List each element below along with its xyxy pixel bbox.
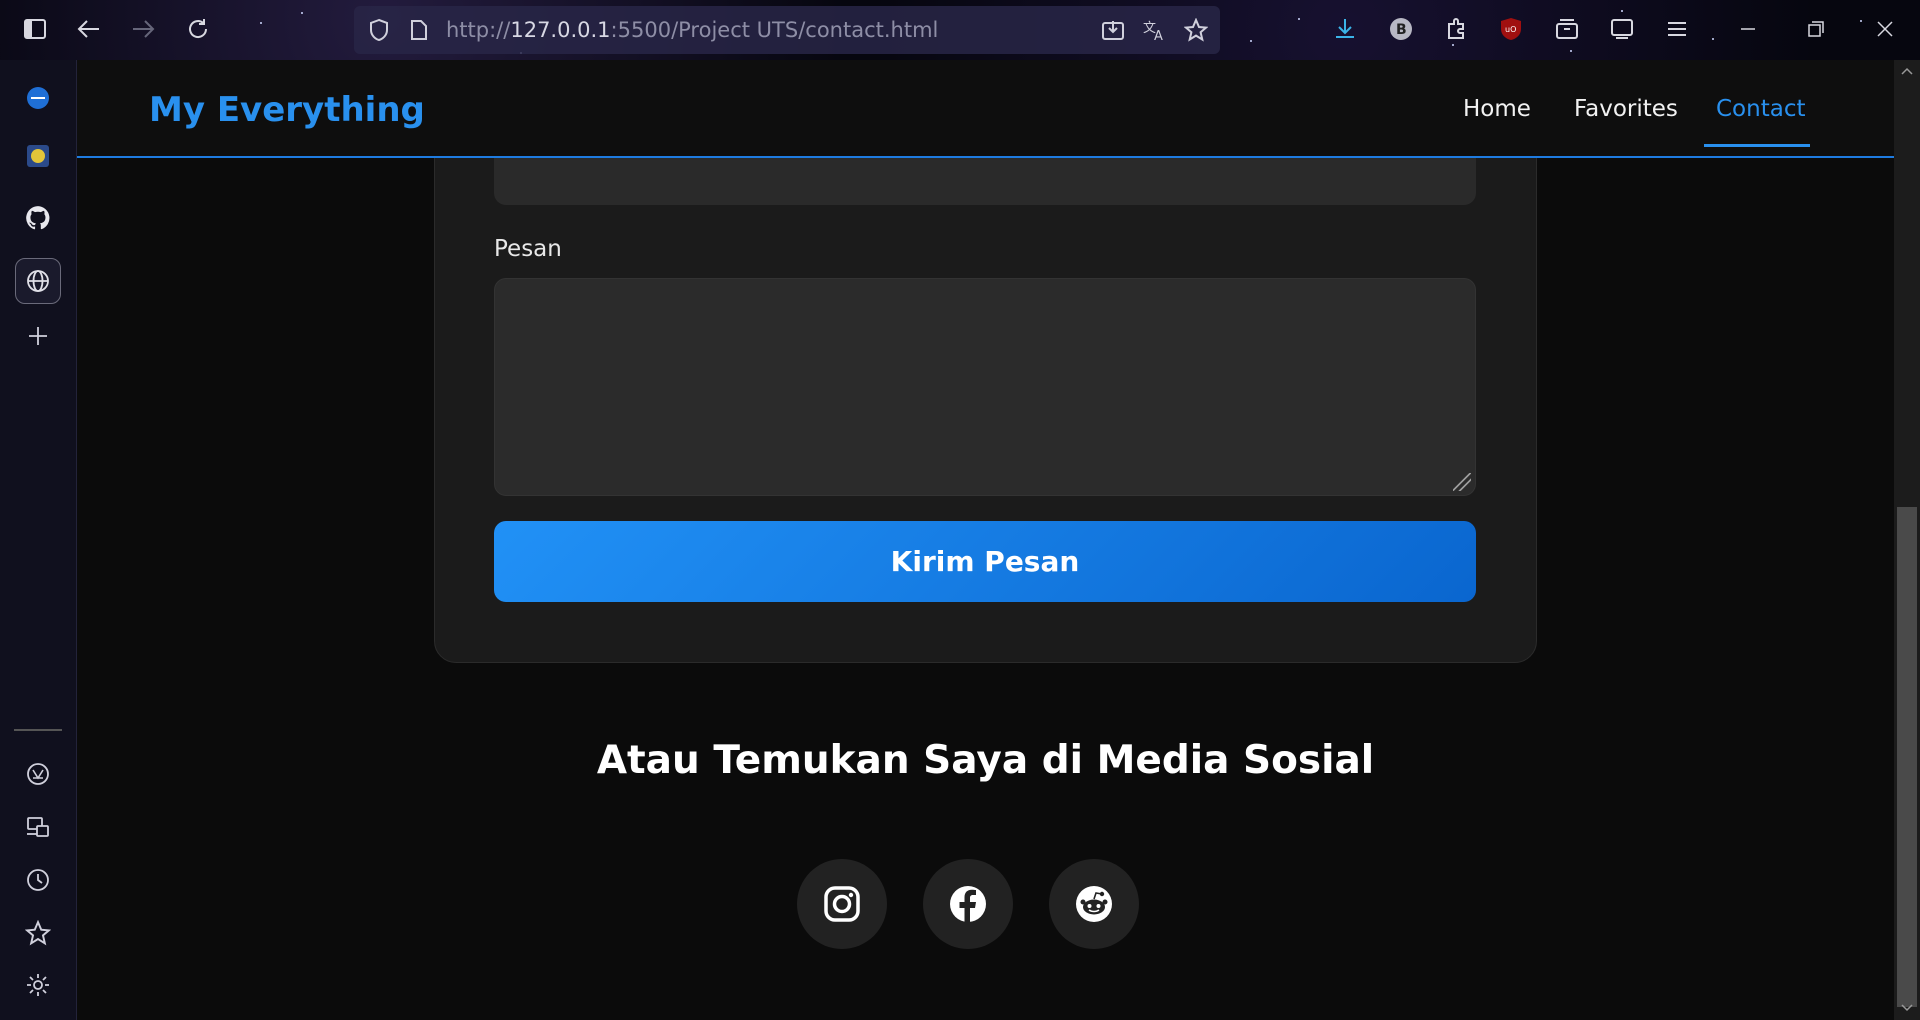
facebook-button[interactable] xyxy=(923,859,1013,949)
profile-b-icon[interactable]: B xyxy=(1386,14,1416,44)
scrollbar-thumb[interactable] xyxy=(1897,507,1917,1007)
page-scrollbar[interactable] xyxy=(1894,60,1920,1020)
svg-text:A: A xyxy=(1154,29,1163,42)
previous-input-field[interactable] xyxy=(494,158,1476,205)
scroll-up-icon[interactable] xyxy=(1894,62,1920,82)
facebook-icon xyxy=(950,886,986,922)
history-icon[interactable] xyxy=(20,862,56,898)
svg-text:B: B xyxy=(1396,22,1407,38)
reddit-button[interactable] xyxy=(1049,859,1139,949)
send-message-button[interactable]: Kirim Pesan xyxy=(494,521,1476,602)
svg-text:uO: uO xyxy=(1505,25,1516,34)
browser-sidebar xyxy=(0,60,77,1020)
scroll-down-icon[interactable] xyxy=(1894,998,1920,1018)
university-logo-icon[interactable] xyxy=(20,138,56,174)
download-page-icon[interactable] xyxy=(1098,15,1128,45)
minimize-icon[interactable] xyxy=(1733,14,1763,44)
message-textarea[interactable] xyxy=(494,278,1476,496)
message-label: Pesan xyxy=(494,236,562,262)
add-panel-icon[interactable] xyxy=(20,318,56,354)
reddit-icon xyxy=(1076,886,1112,922)
instagram-button[interactable] xyxy=(797,859,887,949)
ublock-icon[interactable]: uO xyxy=(1496,14,1526,44)
sidebar-divider xyxy=(14,729,62,731)
containers-icon[interactable] xyxy=(1552,14,1582,44)
restore-icon[interactable] xyxy=(1801,14,1831,44)
address-bar[interactable]: http://127.0.0.1:5500/Project UTS/contac… xyxy=(354,6,1220,54)
browser-toolbar: http://127.0.0.1:5500/Project UTS/contac… xyxy=(0,0,1920,60)
site-navbar: My Everything Home Favorites Contact xyxy=(77,60,1894,158)
url-text: http://127.0.0.1:5500/Project UTS/contac… xyxy=(446,18,939,42)
settings-gear-icon[interactable] xyxy=(20,967,56,1003)
bookmark-star-icon[interactable] xyxy=(1181,15,1211,45)
sidebar-toggle-icon[interactable] xyxy=(20,14,50,44)
github-icon[interactable] xyxy=(20,200,56,236)
translate-icon[interactable]: 文A xyxy=(1140,15,1170,45)
reload-icon[interactable] xyxy=(183,14,213,44)
nav-favorites[interactable]: Favorites xyxy=(1574,96,1678,122)
bitwarden-icon[interactable] xyxy=(20,80,56,116)
synced-tabs-icon[interactable] xyxy=(20,809,56,845)
page-icon[interactable] xyxy=(404,15,434,45)
instagram-icon xyxy=(824,886,860,922)
chatgpt-icon[interactable] xyxy=(20,756,56,792)
downloads-icon[interactable] xyxy=(1330,14,1360,44)
extensions-icon[interactable] xyxy=(1441,14,1471,44)
forward-icon[interactable] xyxy=(128,14,158,44)
bookmarks-icon[interactable] xyxy=(20,915,56,951)
shield-icon[interactable] xyxy=(364,15,394,45)
globe-icon[interactable] xyxy=(15,258,61,304)
page-viewport: Pesan Kirim Pesan Atau Temukan Saya di M… xyxy=(77,60,1894,1020)
site-brand-logo[interactable]: My Everything xyxy=(149,90,425,130)
social-heading: Atau Temukan Saya di Media Sosial xyxy=(596,738,1375,783)
close-icon[interactable] xyxy=(1870,14,1900,44)
nav-home[interactable]: Home xyxy=(1463,96,1531,122)
nav-contact[interactable]: Contact xyxy=(1716,96,1805,122)
active-nav-underline xyxy=(1704,144,1810,147)
back-icon[interactable] xyxy=(74,14,104,44)
menu-icon[interactable] xyxy=(1662,14,1692,44)
tab-view-icon[interactable] xyxy=(1607,14,1637,44)
resize-handle-icon[interactable] xyxy=(1453,473,1471,491)
